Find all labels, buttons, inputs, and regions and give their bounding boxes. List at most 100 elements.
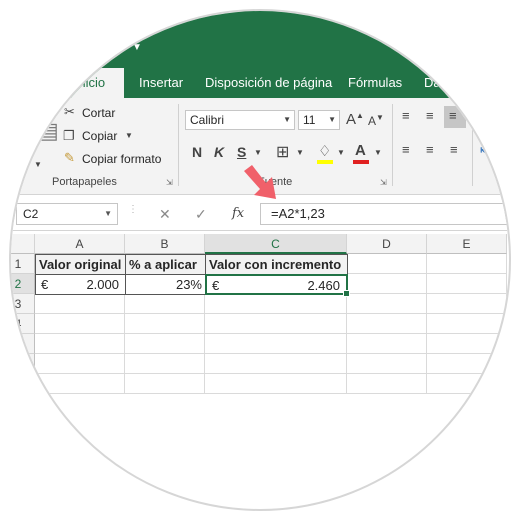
cut-button[interactable]: Cortar <box>82 106 115 120</box>
column-header-a[interactable]: A <box>35 234 125 254</box>
format-painter-button[interactable]: Copiar formato <box>82 152 161 166</box>
copy-icon[interactable]: ❐ <box>63 128 75 144</box>
cell-a2[interactable]: € 2.000 <box>35 274 126 295</box>
cancel-icon[interactable]: ✕ <box>159 206 171 223</box>
formula-input[interactable]: =A2*1,23 <box>260 203 509 225</box>
tab-datos[interactable]: Dat <box>424 68 444 98</box>
copy-dropdown-icon[interactable]: ▼ <box>125 131 133 140</box>
chevron-down-icon[interactable]: ▼ <box>328 111 336 129</box>
name-box[interactable]: C2 ▼ <box>16 203 118 225</box>
empty-cell[interactable] <box>125 374 205 394</box>
empty-cell[interactable] <box>205 334 347 354</box>
tab-formulas[interactable]: Fórmulas <box>348 68 402 98</box>
align-top-icon[interactable]: ≡ <box>402 108 410 123</box>
empty-cell[interactable] <box>427 314 507 334</box>
insert-function-button[interactable]: fx <box>232 206 244 221</box>
clipboard-launcher-icon[interactable]: ⇲ <box>166 178 173 187</box>
grow-font-icon[interactable]: A▲ <box>346 111 364 128</box>
cell-a1[interactable]: Valor original <box>35 254 126 275</box>
font-size-value: 11 <box>303 113 316 127</box>
empty-cell[interactable] <box>205 374 347 394</box>
empty-cell[interactable] <box>347 274 427 294</box>
cell-b2[interactable]: 23% <box>125 274 206 295</box>
empty-cell[interactable] <box>427 254 507 274</box>
empty-cell[interactable] <box>347 374 427 394</box>
tab-inicio[interactable]: Inicio <box>56 68 124 100</box>
empty-cell[interactable] <box>35 374 125 394</box>
fill-color-dropdown-icon[interactable]: ▼ <box>337 148 345 157</box>
format-painter-icon[interactable]: ✎ <box>64 150 75 166</box>
empty-cell[interactable] <box>427 354 507 374</box>
align-center-icon[interactable]: ≡ <box>426 142 434 157</box>
row-header-4[interactable]: 4 <box>11 314 35 334</box>
font-color-icon[interactable]: A <box>355 142 366 159</box>
indent-icon[interactable]: ⇤ <box>480 142 491 158</box>
empty-cell[interactable] <box>347 254 427 274</box>
align-left-icon[interactable]: ≡ <box>402 142 410 157</box>
empty-cell[interactable] <box>427 374 507 394</box>
row-header-2[interactable]: 2 <box>11 274 35 294</box>
fill-handle[interactable] <box>343 290 350 297</box>
empty-cell[interactable] <box>125 334 205 354</box>
empty-cell[interactable] <box>125 294 205 314</box>
align-middle-icon[interactable]: ≡ <box>426 108 434 123</box>
cell-c2[interactable]: € 2.460 <box>205 274 348 295</box>
empty-cell[interactable] <box>125 354 205 374</box>
empty-cell[interactable] <box>427 334 507 354</box>
empty-cell[interactable] <box>205 294 347 314</box>
underline-dropdown-icon[interactable]: ▼ <box>254 148 262 157</box>
tab-label: Inicio <box>74 75 106 90</box>
row-header-3[interactable]: 3 <box>11 294 35 314</box>
chevron-down-icon[interactable]: ▼ <box>283 111 291 129</box>
row-header-1[interactable]: 1 <box>11 254 35 274</box>
italic-button[interactable]: K <box>214 144 224 160</box>
font-launcher-icon[interactable]: ⇲ <box>380 178 387 187</box>
empty-cell[interactable] <box>35 294 125 314</box>
enter-icon[interactable]: ✓ <box>195 206 207 223</box>
empty-cell[interactable] <box>35 334 125 354</box>
empty-cell[interactable] <box>427 274 507 294</box>
quick-access-dropdown-icon[interactable]: ▼ <box>132 42 142 53</box>
empty-cell[interactable] <box>35 314 125 334</box>
select-all-corner[interactable] <box>11 234 35 254</box>
chevron-down-icon[interactable]: ▼ <box>104 204 112 224</box>
empty-cell[interactable] <box>347 294 427 314</box>
fill-color-icon[interactable]: ♢ <box>318 142 331 160</box>
paste-button[interactable]: egar <box>12 142 36 156</box>
column-header-e[interactable]: E <box>427 234 507 254</box>
font-size-combo[interactable]: 11 ▼ <box>298 110 340 130</box>
cell-c1[interactable]: Valor con incremento <box>205 254 348 275</box>
underline-button[interactable]: S <box>237 144 246 160</box>
empty-cell[interactable] <box>347 314 427 334</box>
font-name-value: Calibri <box>190 113 225 127</box>
row-header-7[interactable]: 7 <box>11 374 35 394</box>
paste-icon[interactable]: ▤ <box>38 118 59 144</box>
empty-cell[interactable] <box>347 354 427 374</box>
row-header-5[interactable]: 5 <box>11 334 35 354</box>
empty-cell[interactable] <box>347 334 427 354</box>
tab-insertar[interactable]: Insertar <box>139 68 183 98</box>
column-header-d[interactable]: D <box>347 234 427 254</box>
borders-dropdown-icon[interactable]: ▼ <box>296 148 304 157</box>
paste-dropdown-icon[interactable]: ▼ <box>34 160 42 169</box>
font-color-dropdown-icon[interactable]: ▼ <box>374 148 382 157</box>
row-header-6[interactable]: 6 <box>11 354 35 374</box>
empty-cell[interactable] <box>205 314 347 334</box>
borders-icon[interactable]: ⊞ <box>276 142 289 162</box>
tab-disposicion[interactable]: Disposición de página <box>205 68 332 98</box>
cell-value: 2.460 <box>307 278 340 293</box>
empty-cell[interactable] <box>205 354 347 374</box>
cell-b1[interactable]: % a aplicar <box>125 254 206 275</box>
shrink-font-icon[interactable]: A▼ <box>368 113 384 128</box>
column-header-c[interactable]: C <box>205 234 347 254</box>
copy-button[interactable]: Copiar <box>82 129 117 143</box>
font-name-combo[interactable]: Calibri ▼ <box>185 110 295 130</box>
bold-button[interactable]: N <box>192 144 202 160</box>
column-header-b[interactable]: B <box>125 234 205 254</box>
align-right-icon[interactable]: ≡ <box>450 142 458 157</box>
align-bottom-button[interactable]: ≡ <box>444 106 466 128</box>
empty-cell[interactable] <box>35 354 125 374</box>
scissors-icon[interactable]: ✂ <box>64 104 75 120</box>
empty-cell[interactable] <box>427 294 507 314</box>
empty-cell[interactable] <box>125 314 205 334</box>
